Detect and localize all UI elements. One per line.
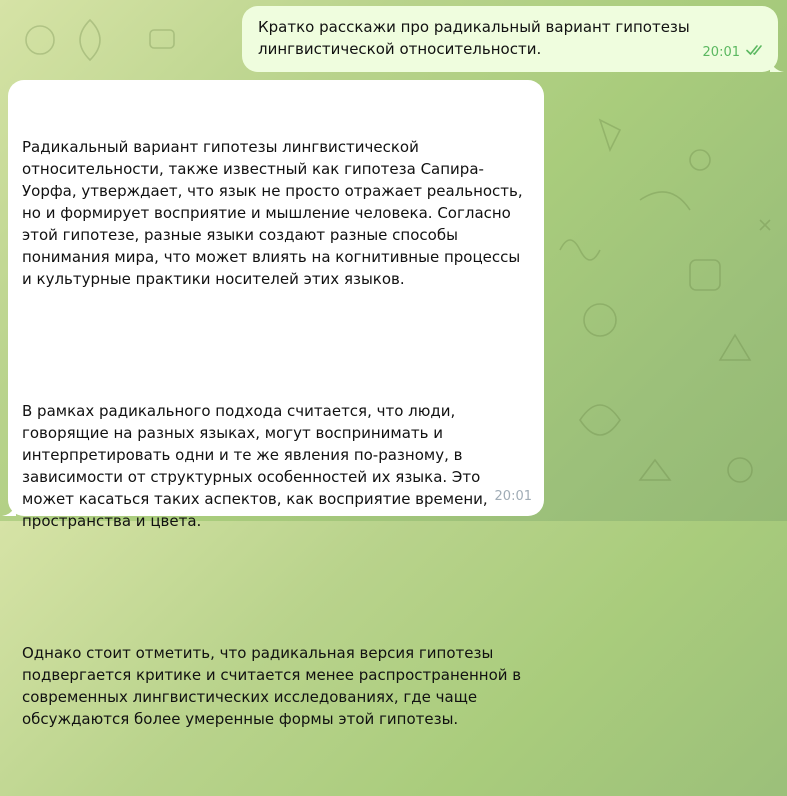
incoming-message-paragraph-3: Однако стоит отметить, что радикальная в… — [22, 644, 526, 728]
outgoing-message-meta: 20:01 — [703, 42, 766, 64]
outgoing-bubble-tail — [770, 58, 784, 72]
outgoing-message-time: 20:01 — [702, 45, 740, 60]
incoming-message-paragraph-1: Радикальный вариант гипотезы лингвистиче… — [22, 138, 528, 288]
incoming-message-time: 20:01 — [494, 489, 532, 504]
incoming-message-bubble[interactable]: Радикальный вариант гипотезы лингвистиче… — [2, 80, 544, 728]
incoming-bubble-tail — [2, 502, 16, 516]
outgoing-message-text: Кратко расскажи про радикальный вариант … — [258, 18, 690, 58]
incoming-message-paragraph-2: В рамках радикального подхода считается,… — [22, 402, 493, 530]
double-check-icon — [746, 42, 766, 64]
outgoing-message-bubble[interactable]: Кратко расскажи про радикальный вариант … — [242, 6, 784, 72]
